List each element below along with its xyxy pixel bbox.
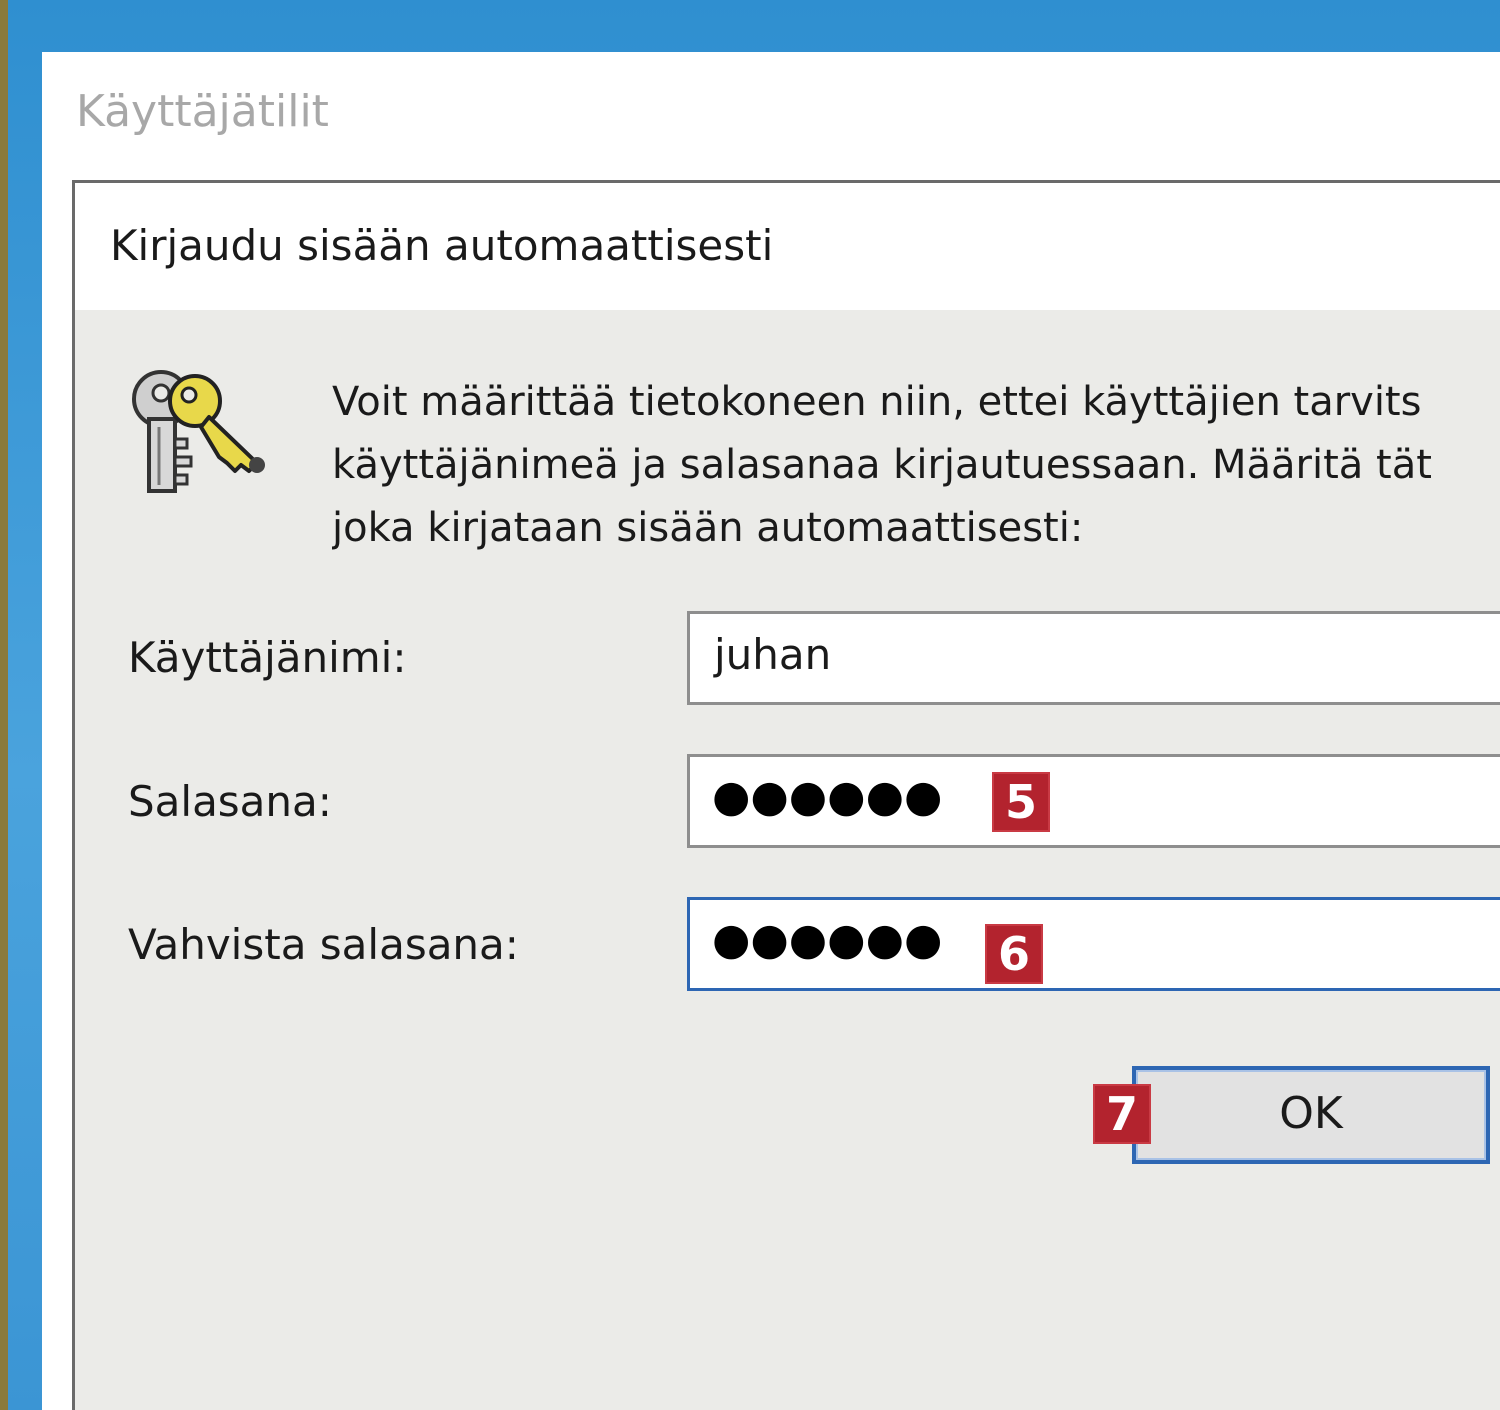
password-label: Salasana: — [128, 777, 332, 826]
password-mask: ●●●●●● — [712, 771, 943, 822]
step-badge-6: 6 — [985, 924, 1043, 984]
username-label: Käyttäjänimi: — [128, 633, 407, 682]
window-title: Käyttäjätilit — [76, 86, 329, 137]
username-value: juhan — [714, 630, 832, 679]
description-line: käyttäjänimeä ja salasanaa kirjautuessaa… — [332, 442, 1432, 488]
confirm-password-label: Vahvista salasana: — [128, 920, 519, 969]
step-badge-5: 5 — [992, 772, 1050, 832]
confirm-password-mask: ●●●●●● — [712, 914, 943, 965]
step-badge-7: 7 — [1093, 1084, 1151, 1144]
auto-login-dialog: Kirjaudu sisään automaattisesti Voit mää… — [72, 180, 1500, 1410]
dialog-header: Kirjaudu sisään automaattisesti — [75, 183, 1500, 310]
password-field[interactable]: ●●●●●● — [687, 754, 1500, 848]
username-field[interactable]: juhan — [687, 611, 1500, 705]
description-line: joka kirjataan sisään automaattisesti: — [332, 505, 1084, 551]
desktop-edge — [0, 0, 8, 1410]
confirm-password-field[interactable]: ●●●●●● — [687, 897, 1500, 991]
dialog-title: Kirjaudu sisään automaattisesti — [110, 221, 774, 270]
description-line: Voit määrittää tietokoneen niin, ettei k… — [332, 379, 1422, 425]
dialog-description: Voit määrittää tietokoneen niin, ettei k… — [332, 371, 1500, 560]
ok-button[interactable]: OK — [1132, 1066, 1490, 1164]
keys-icon — [132, 370, 265, 493]
